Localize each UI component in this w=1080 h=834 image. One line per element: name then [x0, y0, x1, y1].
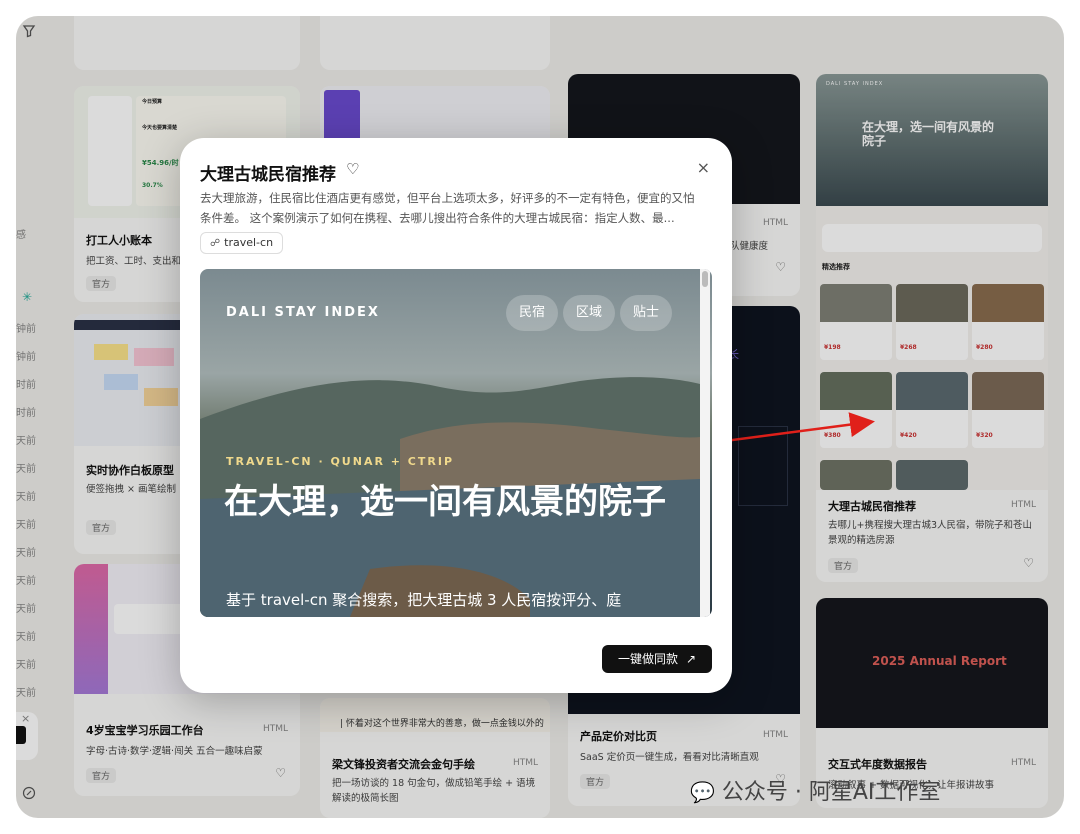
preview-nav-item[interactable]: 区域 [563, 295, 615, 331]
modal-intro: 去大理旅游，住民宿比住酒店更有感觉，但平台上选项太多，好评多的不一定有特色，便宜… [200, 191, 695, 225]
arrow-up-right-icon: ↗ [685, 652, 697, 666]
close-icon[interactable]: × [697, 158, 710, 177]
watermark-text: 公众号 · 阿星AI工作室 [721, 780, 941, 805]
make-same-label: 一键做同款 [617, 652, 678, 666]
modal-title: 大理古城民宿推荐 [200, 165, 336, 185]
scroll-thumb[interactable] [702, 271, 708, 287]
preview-frame[interactable]: DALI STAY INDEX 民宿 区域 贴士 TRAVEL-CN · QUN… [200, 269, 712, 617]
preview-kicker: TRAVEL-CN · QUNAR + CTRIP [226, 455, 455, 468]
wechat-icon: 💬 [690, 780, 715, 804]
rss-icon: ☍ [210, 238, 221, 249]
preview-nav-item[interactable]: 贴士 [620, 295, 672, 331]
preview-scrollbar[interactable] [700, 269, 710, 617]
preview-subtitle: 基于 travel-cn 聚合搜索，把大理古城 3 人民宿按评分、庭 [226, 591, 622, 609]
skill-chip[interactable]: ☍ travel-cn [200, 232, 284, 254]
heart-icon[interactable]: ♡ [346, 160, 359, 178]
make-same-button[interactable]: 一键做同款 ↗ [602, 645, 712, 673]
preview-nav-item[interactable]: 民宿 [506, 295, 558, 331]
preview-headline: 在大理，选一间有风景的院子 [224, 482, 666, 522]
detail-modal: 大理古城民宿推荐 ♡ × 去大理旅游，住民宿比住酒店更有感觉，但平台上选项太多，… [180, 138, 732, 693]
skill-chip-label: travel-cn [224, 236, 274, 249]
watermark: 💬 公众号 · 阿星AI工作室 [690, 774, 940, 806]
preview-brand: DALI STAY INDEX [226, 305, 380, 320]
